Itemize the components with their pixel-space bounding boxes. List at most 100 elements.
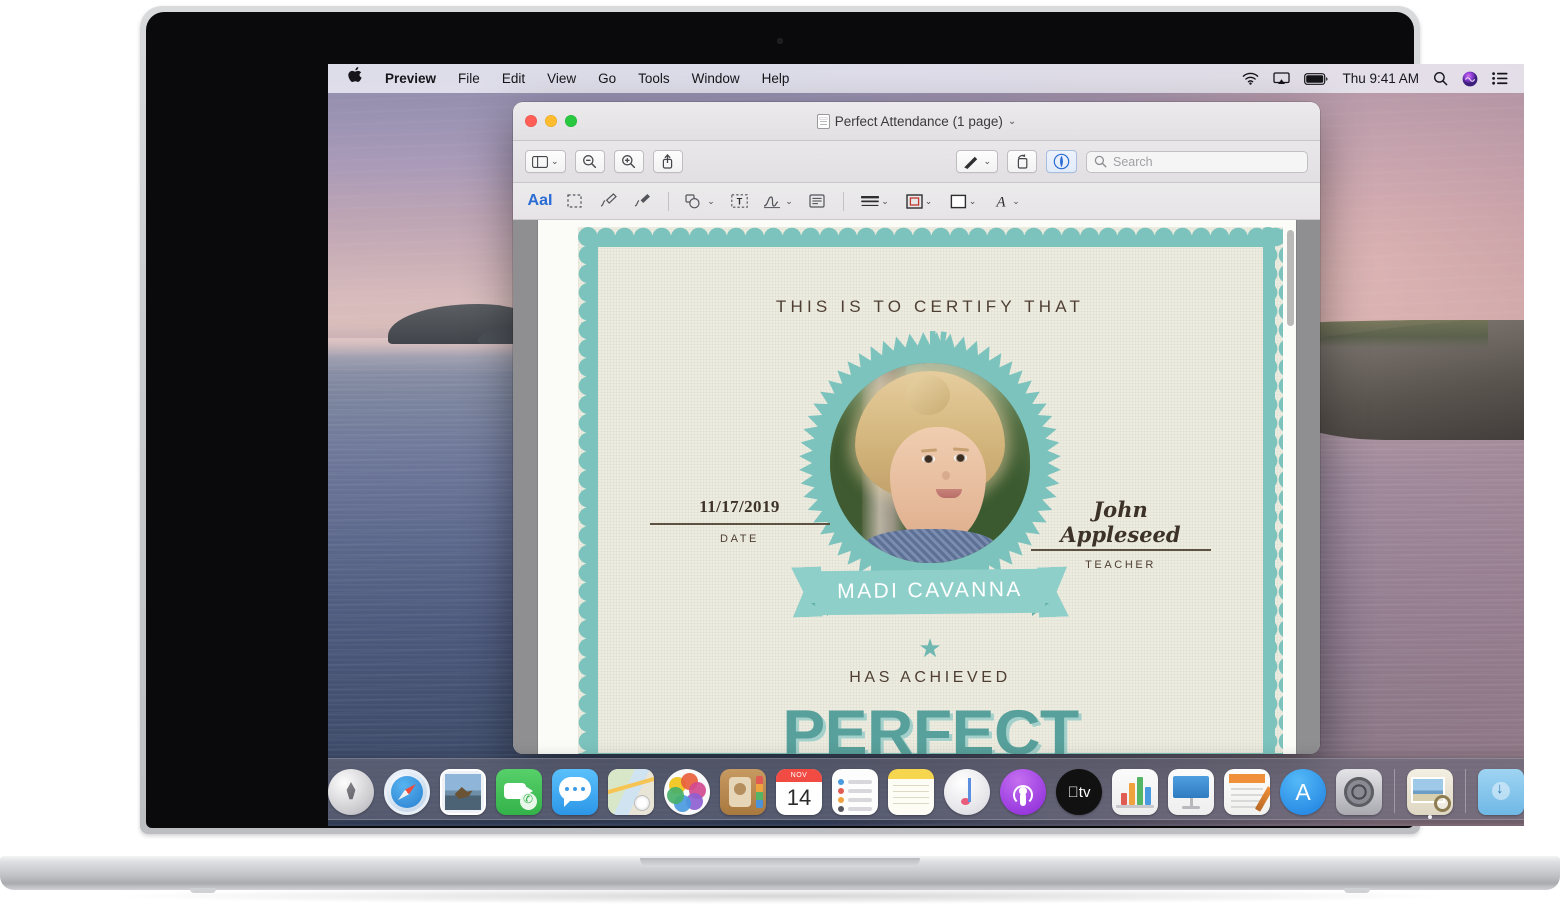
tool-text-selection[interactable]: AaI: [525, 189, 555, 213]
tool-sign[interactable]: ⌄: [758, 189, 798, 213]
chevron-down-icon[interactable]: ⌄: [1012, 196, 1020, 207]
menu-bar-clock[interactable]: Thu 9:41 AM: [1342, 71, 1419, 86]
menu-bar-items: Preview File Edit View Go Tools Window H…: [340, 64, 800, 93]
date-value[interactable]: 11/17/2019: [650, 497, 830, 523]
markup-button[interactable]: ⌄: [956, 150, 998, 173]
dock-item-contacts[interactable]: [717, 765, 769, 819]
dock-item-preview[interactable]: [1404, 765, 1456, 819]
tool-draw[interactable]: [627, 189, 657, 213]
tool-shape-style[interactable]: ⌄: [855, 189, 895, 213]
macbook-base-lip: [640, 858, 920, 867]
certificate: THIS IS TO CERTIFY THAT 11/17/2019 DATE …: [577, 227, 1283, 754]
maximize-button[interactable]: [565, 115, 577, 127]
annotate-button[interactable]: [1046, 150, 1077, 173]
dock-item-mail[interactable]: [437, 765, 489, 819]
menu-item-go[interactable]: Go: [587, 64, 627, 93]
chevron-down-icon[interactable]: ⌄: [551, 156, 559, 167]
screenshot-scene: MacBook Air: [0, 0, 1560, 916]
student-photo-badge: [798, 331, 1062, 595]
chevron-down-icon[interactable]: ⌄: [969, 196, 977, 207]
menu-item-edit[interactable]: Edit: [491, 64, 536, 93]
close-button[interactable]: [525, 115, 537, 127]
dock-item-messages[interactable]: [549, 765, 601, 819]
battery-icon[interactable]: [1304, 72, 1328, 85]
student-name[interactable]: MADI CAVANNA: [795, 577, 1065, 604]
dock-item-numbers[interactable]: [1109, 765, 1161, 819]
zoom-in-button[interactable]: [613, 150, 644, 173]
apple-menu-icon[interactable]: [340, 66, 374, 92]
dock-item-reminders[interactable]: [829, 765, 881, 819]
display-bezel: MacBook Air: [146, 12, 1524, 828]
tool-rectangular-selection[interactable]: [559, 189, 589, 213]
dock-item-appstore[interactable]: A: [1277, 765, 1329, 819]
dock-item-keynote[interactable]: [1165, 765, 1217, 819]
document-title: Perfect Attendance (1 page) ⌄: [513, 113, 1320, 129]
tool-note[interactable]: [802, 189, 832, 213]
chevron-down-icon[interactable]: ⌄: [785, 196, 793, 207]
wifi-icon[interactable]: [1242, 72, 1259, 85]
minimize-button[interactable]: [545, 115, 557, 127]
control-center-icon[interactable]: [1492, 72, 1508, 85]
tool-text[interactable]: T: [724, 189, 754, 213]
chevron-down-icon[interactable]: ⌄: [983, 156, 991, 167]
facetime-camera-icon: [777, 38, 783, 44]
dock: NOV 14: [328, 758, 1524, 820]
signature-value[interactable]: John Appleseed: [1031, 497, 1211, 549]
signature-block: John Appleseed TEACHER: [1030, 497, 1211, 571]
achieved-line: HAS ACHIEVED: [849, 669, 1011, 686]
dock-item-safari[interactable]: [381, 765, 433, 819]
spotlight-search-icon[interactable]: [1433, 71, 1448, 86]
macbook-shadow: [120, 888, 1440, 904]
menu-item-window[interactable]: Window: [681, 64, 751, 93]
dock-item-calendar[interactable]: NOV 14: [773, 765, 825, 819]
menu-bar-status-items: Thu 9:41 AM: [1242, 71, 1512, 87]
dock-item-photos[interactable]: [661, 765, 713, 819]
dock-item-system-preferences[interactable]: [1333, 765, 1385, 819]
menu-bar: Preview File Edit View Go Tools Window H…: [328, 64, 1524, 93]
tool-sketch[interactable]: [593, 189, 623, 213]
rotate-button[interactable]: [1007, 150, 1037, 173]
search-input[interactable]: Search: [1086, 150, 1308, 173]
airplay-icon[interactable]: [1273, 72, 1291, 85]
dock-item-maps[interactable]: [605, 765, 657, 819]
chevron-down-icon[interactable]: ⌄: [1008, 116, 1016, 127]
chevron-down-icon[interactable]: ⌄: [925, 196, 933, 207]
window-toolbar: ⌄ ⌄ Search: [513, 141, 1320, 183]
tool-border-color[interactable]: ⌄: [899, 189, 939, 213]
certificate-inner-panel: THIS IS TO CERTIFY THAT 11/17/2019 DATE …: [597, 247, 1263, 754]
menu-item-file[interactable]: File: [447, 64, 491, 93]
menu-item-tools[interactable]: Tools: [627, 64, 681, 93]
chevron-down-icon[interactable]: ⌄: [881, 196, 889, 207]
star-icon: ★: [918, 633, 942, 663]
dock-item-appletv[interactable]: tv: [1053, 765, 1105, 819]
photo-eye-right: [954, 454, 967, 462]
dock-item-podcasts[interactable]: [997, 765, 1049, 819]
document-scrollbar[interactable]: [1286, 230, 1294, 326]
menu-item-view[interactable]: View: [536, 64, 587, 93]
document-title-text[interactable]: Perfect Attendance (1 page): [835, 114, 1003, 129]
dock-item-facetime[interactable]: [493, 765, 545, 819]
dock-item-downloads[interactable]: [1475, 765, 1524, 819]
tool-text-style[interactable]: A ⌄: [987, 189, 1027, 213]
signature-rule: [1030, 549, 1211, 551]
siri-icon[interactable]: [1462, 71, 1478, 87]
chevron-down-icon[interactable]: ⌄: [707, 196, 715, 207]
zoom-out-button[interactable]: [574, 150, 605, 173]
dock-item-pages[interactable]: [1221, 765, 1273, 819]
tool-shapes[interactable]: ⌄: [680, 189, 720, 213]
menu-item-preview[interactable]: Preview: [374, 64, 447, 93]
dock-item-notes[interactable]: [885, 765, 937, 819]
dock-item-launchpad[interactable]: [328, 765, 377, 819]
window-title-bar[interactable]: Perfect Attendance (1 page) ⌄: [513, 102, 1320, 141]
sidebar-toggle-button[interactable]: ⌄: [525, 150, 566, 173]
appletv-glyph: : [1068, 784, 1079, 801]
window-controls: [525, 115, 577, 127]
menu-item-help[interactable]: Help: [751, 64, 801, 93]
tool-fill-color[interactable]: ⌄: [943, 189, 983, 213]
search-placeholder: Search: [1113, 154, 1153, 169]
award-title: PERFECT ATTENDANCE: [781, 698, 1079, 754]
dock-item-itunes[interactable]: [941, 765, 993, 819]
macbook-lid: MacBook Air: [140, 6, 1524, 834]
photo-nose: [942, 471, 950, 480]
share-button[interactable]: [652, 150, 683, 173]
